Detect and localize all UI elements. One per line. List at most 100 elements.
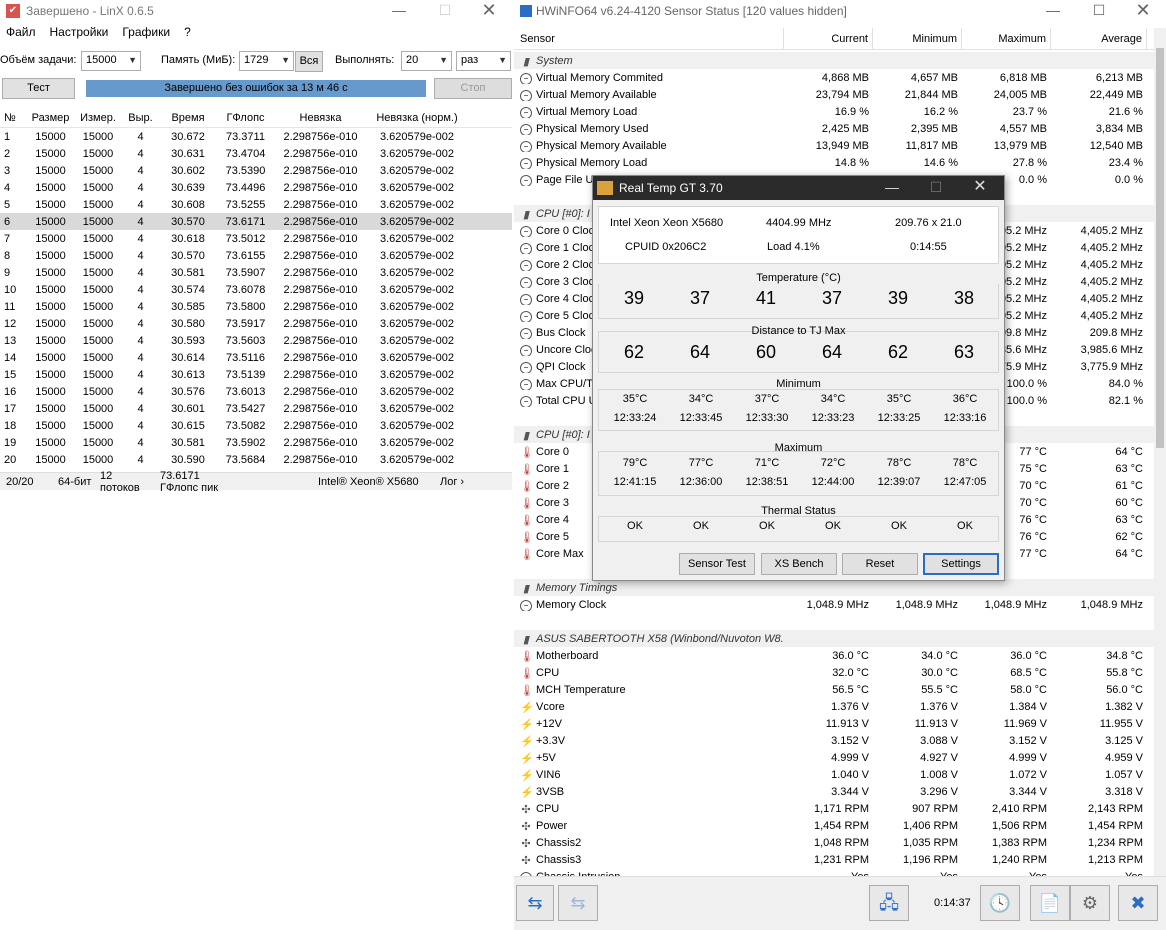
table-row[interactable]: 16 15000 15000 4 30.576 73.6013 2.298756e-010 3… (0, 383, 512, 400)
table-row[interactable]: 9 15000 15000 4 30.581 73.5907 2.298756e-010 3.… (0, 264, 512, 281)
clock-icon[interactable]: 🕓 (980, 885, 1020, 921)
sensor-row[interactable]: 🌡 Motherboard 36.0 °C 34.0 °C 36.0 °C 34.8 °C (514, 647, 1154, 664)
column-header[interactable]: Выр. (123, 112, 158, 124)
table-row[interactable]: 17 15000 15000 4 30.601 73.5427 2.298756e-010 3… (0, 400, 512, 417)
maximize-button[interactable]: ☐ (913, 176, 959, 200)
close-icon[interactable]: ✖ (1118, 885, 1158, 921)
table-row[interactable]: 15 15000 15000 4 30.613 73.5139 2.298756e-010 3… (0, 366, 512, 383)
menu-item[interactable]: ? (184, 25, 191, 39)
column-header[interactable]: Невязка (норм.) (368, 112, 466, 124)
sensor-group-header[interactable]: ▮ System (514, 52, 1154, 69)
all-memory-button[interactable]: Вся (295, 51, 323, 72)
sensor-row[interactable]: ⚡ +5V 4.999 V 4.927 V 4.999 V 4.959 V (514, 749, 1154, 766)
maximum-value: 1.384 V (1009, 700, 1047, 713)
sensor-row[interactable]: ✣ Chassis3 1,231 RPM 1,196 RPM 1,240 RPM 1,21… (514, 851, 1154, 868)
table-row[interactable]: 4 15000 15000 4 30.639 73.4496 2.298756e-010 3.… (0, 179, 512, 196)
realtemp-titlebar: Real Temp GT 3.70 — ☐ ✕ (593, 176, 1004, 200)
sensor-row[interactable]: −Chassis IntrusionYesYesYesYes (514, 868, 1154, 876)
column-header[interactable]: Average (1051, 28, 1147, 49)
sensor-name: ✣ Chassis2 (514, 837, 784, 849)
sensor-row[interactable]: − Virtual Memory Commited 4,868 MB 4,657 MB… (514, 69, 1154, 86)
sensor-row[interactable]: ⚡ +3.3V 3.152 V 3.088 V 3.152 V 3.125 V (514, 732, 1154, 749)
sensor-row[interactable]: ⚡ VIN6 1.040 V 1.008 V 1.072 V 1.057 V (514, 766, 1154, 783)
sensor-row[interactable]: − Memory Clock 1,048.9 MHz 1,048.9 MHz 1,048… (514, 596, 1154, 613)
vertical-scrollbar[interactable] (1154, 28, 1166, 876)
sensor-row[interactable]: − Physical Memory Available 13,949 MB 11,81… (514, 137, 1154, 154)
table-row[interactable]: 14 15000 15000 4 30.614 73.5116 2.298756e-010 3… (0, 349, 512, 366)
table-row[interactable]: 1 15000 15000 4 30.672 73.3711 2.298756e-010 3.… (0, 128, 512, 145)
column-header[interactable]: Maximum (962, 28, 1051, 49)
column-header[interactable]: Время (158, 112, 218, 124)
sensor-row[interactable]: ⚡ Vcore 1.376 V 1.376 V 1.384 V 1.382 V (514, 698, 1154, 715)
sensor-group-header[interactable]: ▮ ASUS SABERTOOTH X58 (Winbond/Nuvoton W8… (514, 630, 1154, 647)
table-row[interactable]: 12 15000 15000 4 30.580 73.5917 2.298756e-010 3… (0, 315, 512, 332)
table-row[interactable]: 6 15000 15000 4 30.570 73.6171 2.298756e-010 3.… (0, 213, 512, 230)
settings-gear-icon[interactable]: ⚙ (1070, 885, 1110, 921)
sensor-group-header[interactable]: ▮ Memory Timings (514, 579, 1154, 596)
run-unit-select[interactable]: раз ▼ (456, 51, 511, 71)
column-header[interactable]: Sensor (514, 28, 784, 49)
menu-item[interactable]: Файл (6, 25, 36, 39)
table-row[interactable]: 11 15000 15000 4 30.585 73.5800 2.298756e-010 3… (0, 298, 512, 315)
minimize-button[interactable]: — (1030, 0, 1076, 22)
column-header[interactable]: ГФлопс (218, 112, 273, 124)
xs-bench-button[interactable]: XS Bench (761, 553, 837, 575)
sensor-row[interactable]: 🌡 MCH Temperature 56.5 °C 55.5 °C 58.0 °C 56.… (514, 681, 1154, 698)
close-button[interactable]: ✕ (957, 176, 1003, 200)
sensor-row[interactable]: − Virtual Memory Load 16.9 % 16.2 % 23.7 % 21… (514, 103, 1154, 120)
sensor-row[interactable]: − Physical Memory Load 14.8 % 14.6 % 27.8 % 2… (514, 154, 1154, 171)
expand-arrows-icon[interactable]: ⇆ (558, 885, 598, 921)
column-header[interactable]: Minimum (873, 28, 962, 49)
log-button[interactable]: Лог › (434, 476, 470, 488)
minimize-button[interactable]: — (376, 0, 422, 22)
column-header[interactable]: Невязка (273, 112, 368, 124)
close-button[interactable]: ✕ (1120, 0, 1166, 22)
memory-select[interactable]: 1729 ▼ (239, 51, 294, 71)
test-button[interactable]: Тест (2, 78, 75, 99)
sensor-label: +12V (536, 717, 562, 730)
current-value: 4.999 V (831, 751, 869, 764)
settings-button[interactable]: Settings (923, 553, 999, 575)
menu-item[interactable]: Графики (122, 25, 170, 39)
maximize-button[interactable]: ☐ (422, 0, 468, 22)
run-count-select[interactable]: 20 ▼ (401, 51, 452, 71)
core-min-time: 12:33:25 (877, 412, 921, 424)
table-row[interactable]: 7 15000 15000 4 30.618 73.5012 2.298756e-010 3.… (0, 230, 512, 247)
menu-item[interactable]: Настройки (50, 25, 109, 39)
network-icon[interactable]: 🖧 (869, 885, 909, 921)
column-header[interactable]: Current (784, 28, 873, 49)
table-row[interactable]: 20 15000 15000 4 30.590 73.5684 2.298756e-010 3… (0, 451, 512, 468)
minimize-button[interactable]: — (869, 176, 915, 200)
table-row[interactable]: 2 15000 15000 4 30.631 73.4704 2.298756e-010 3.… (0, 145, 512, 162)
current-value: 1,048 RPM (813, 836, 869, 849)
stop-button[interactable]: Стоп (434, 78, 512, 99)
sensor-row[interactable]: ✣ Chassis2 1,048 RPM 1,035 RPM 1,383 RPM 1,23… (514, 834, 1154, 851)
collapse-arrows-icon[interactable]: ⇆ (516, 885, 554, 921)
table-row[interactable]: 8 15000 15000 4 30.570 73.6155 2.298756e-010 3.… (0, 247, 512, 264)
table-row[interactable]: 13 15000 15000 4 30.593 73.5603 2.298756e-010 3… (0, 332, 512, 349)
sensor-row[interactable]: ⚡ 3VSB 3.344 V 3.296 V 3.344 V 3.318 V (514, 783, 1154, 800)
sensor-row[interactable]: ✣ Power 1,454 RPM 1,406 RPM 1,506 RPM 1,454 R… (514, 817, 1154, 834)
fan-icon: ✣ (521, 837, 531, 849)
size-select[interactable]: 15000 ▼ (81, 51, 141, 71)
column-header[interactable]: Размер (28, 112, 73, 124)
table-cell: 30.601 (171, 402, 205, 415)
sensor-row[interactable]: − Virtual Memory Available 23,794 MB 21,844… (514, 86, 1154, 103)
table-row[interactable]: 10 15000 15000 4 30.574 73.6078 2.298756e-010 3… (0, 281, 512, 298)
scrollbar-thumb[interactable] (1156, 48, 1164, 448)
sensor-test-button[interactable]: Sensor Test (679, 553, 755, 575)
column-header[interactable]: № (0, 112, 28, 124)
column-header[interactable]: Измер. (73, 112, 123, 124)
reset-button[interactable]: Reset (842, 553, 918, 575)
sensor-row[interactable]: ✣ CPU 1,171 RPM 907 RPM 2,410 RPM 2,143 RPM (514, 800, 1154, 817)
add-report-icon[interactable]: 📄 (1030, 885, 1070, 921)
table-row[interactable]: 5 15000 15000 4 30.608 73.5255 2.298756e-010 3.… (0, 196, 512, 213)
close-button[interactable]: ✕ (466, 0, 512, 22)
maximize-button[interactable]: ☐ (1076, 0, 1122, 22)
sensor-row[interactable]: ⚡ +12V 11.913 V 11.913 V 11.969 V 11.955 V (514, 715, 1154, 732)
sensor-row[interactable]: − Physical Memory Used 2,425 MB 2,395 MB 4,5… (514, 120, 1154, 137)
table-row[interactable]: 19 15000 15000 4 30.581 73.5902 2.298756e-010 3… (0, 434, 512, 451)
table-row[interactable]: 3 15000 15000 4 30.602 73.5390 2.298756e-010 3.… (0, 162, 512, 179)
sensor-row[interactable]: 🌡 CPU 32.0 °C 30.0 °C 68.5 °C 55.8 °C (514, 664, 1154, 681)
table-row[interactable]: 18 15000 15000 4 30.615 73.5082 2.298756e-010 3… (0, 417, 512, 434)
